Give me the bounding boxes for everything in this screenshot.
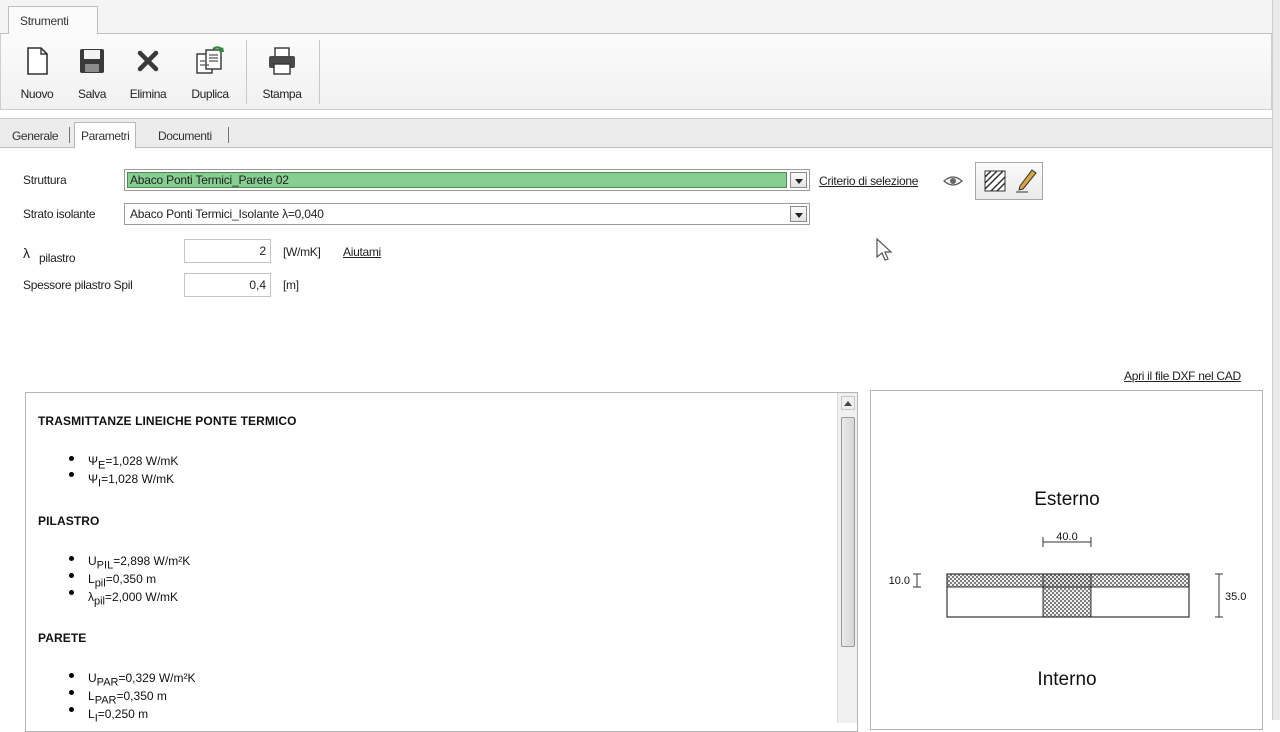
chevron-down-icon[interactable] (790, 172, 807, 188)
ribbon-toolbar: Nuovo Salva Elimina Duplica Stampa (0, 34, 1272, 110)
cad-tool-button[interactable] (975, 162, 1043, 200)
list-item: UPIL=2,898 W/m²K (88, 554, 191, 572)
cad-preview: Esterno Interno 40.0 10.0 35.0 (870, 390, 1263, 730)
interno-label: Interno (1037, 669, 1096, 690)
criterio-selezione-link[interactable]: Criterio di selezione (819, 174, 918, 188)
dimension-line (913, 573, 921, 588)
pillar (1042, 573, 1092, 618)
section-title: PILASTRO (38, 514, 100, 528)
spessore-pilastro-label: Spessore pilastro Spil (23, 278, 133, 292)
list-bullet (69, 690, 74, 695)
stampa-button[interactable]: Stampa (253, 42, 311, 102)
list-bullet (69, 707, 74, 712)
list-item: ΨE=1,028 W/mK (88, 454, 179, 472)
tab-documenti[interactable]: Documenti (152, 125, 218, 149)
floppy-disk-icon (80, 49, 104, 73)
duplicate-icon (196, 46, 224, 74)
list-bullet (69, 590, 74, 595)
tab-separator (69, 127, 70, 143)
stampa-label: Stampa (262, 87, 302, 101)
printer-icon (269, 47, 295, 75)
section-title: TRASMITTANZE LINEICHE PONTE TERMICO (38, 414, 297, 428)
aiutami-link[interactable]: Aiutami (343, 245, 381, 259)
delete-x-icon (137, 50, 159, 72)
nuovo-button[interactable]: Nuovo (8, 42, 66, 102)
eye-icon[interactable] (942, 172, 964, 190)
struttura-value: Abaco Ponti Termici_Parete 02 (130, 173, 289, 187)
list-item: LI=0,250 m (88, 707, 149, 725)
struttura-label: Struttura (23, 173, 67, 187)
dim-left-label: 10.0 (889, 575, 910, 587)
dimension-line (1215, 573, 1223, 618)
nuovo-label: Nuovo (20, 87, 54, 101)
dim-top-label: 40.0 (1056, 531, 1077, 543)
elimina-label: Elimina (129, 87, 167, 101)
tab-parametri[interactable]: Parametri (74, 122, 137, 149)
strato-isolante-label: Strato isolante (23, 207, 96, 221)
lambda-unit: [W/mK] (283, 245, 321, 259)
list-item: λpil=2,000 W/mK (88, 590, 179, 608)
scroll-up-icon[interactable] (841, 396, 855, 410)
dim-right-label: 35.0 (1225, 591, 1246, 603)
list-bullet (69, 472, 74, 477)
list-item: UPAR=0,329 W/m²K (88, 671, 196, 689)
duplica-label: Duplica (191, 87, 229, 101)
report-panel: TRASMITTANZE LINEICHE PONTE TERMICO ΨE=1… (25, 392, 858, 732)
esterno-label: Esterno (1034, 489, 1099, 510)
duplica-button[interactable]: Duplica (181, 42, 239, 102)
spessore-pilastro-input[interactable]: 0,4 (184, 273, 271, 297)
section-title: PARETE (38, 631, 87, 645)
pencil-icon (1016, 169, 1037, 193)
list-item: ΨI=1,028 W/mK (88, 472, 175, 490)
subtab-bar: Generale Parametri Documenti (0, 118, 1272, 149)
thermal-bridge-drawing: Esterno Interno 40.0 10.0 35.0 (889, 489, 1247, 690)
list-item: Lpil=0,350 m (88, 572, 157, 590)
strato-isolante-value: Abaco Ponti Termici_Isolante λ=0,040 (130, 207, 324, 221)
list-bullet (69, 556, 74, 561)
hatch-icon (984, 170, 1006, 192)
list-bullet (69, 673, 74, 678)
struttura-combo[interactable]: Abaco Ponti Termici_Parete 02 (124, 169, 810, 191)
list-bullet (69, 573, 74, 578)
lambda-symbol: λ (23, 245, 30, 261)
tab-generale[interactable]: Generale (6, 125, 64, 149)
scroll-thumb[interactable] (841, 417, 855, 647)
spessore-unit: [m] (283, 278, 299, 292)
window-edge (1272, 0, 1280, 720)
lambda-pilastro-input[interactable]: 2 (184, 239, 271, 263)
elimina-button[interactable]: Elimina (119, 42, 177, 102)
mouse-cursor-icon (876, 237, 893, 261)
new-document-icon (27, 47, 48, 75)
chevron-down-icon[interactable] (790, 206, 807, 222)
open-dxf-link[interactable]: Apri il file DXF nel CAD (1124, 369, 1241, 383)
salva-label: Salva (77, 87, 107, 101)
report-scrollbar[interactable] (837, 393, 857, 723)
lambda-pilastro-label: pilastro (39, 251, 76, 265)
ribbon-separator (319, 40, 320, 104)
list-item: LPAR=0,350 m (88, 689, 167, 707)
ribbon-tabbar: Strumenti (0, 0, 1280, 35)
salva-button[interactable]: Salva (63, 42, 121, 102)
list-bullet (69, 456, 74, 461)
ribbon-separator (246, 40, 247, 104)
tab-separator (228, 127, 229, 143)
strato-isolante-combo[interactable]: Abaco Ponti Termici_Isolante λ=0,040 (124, 203, 810, 225)
ribbon-tab-strumenti[interactable]: Strumenti (8, 6, 98, 35)
